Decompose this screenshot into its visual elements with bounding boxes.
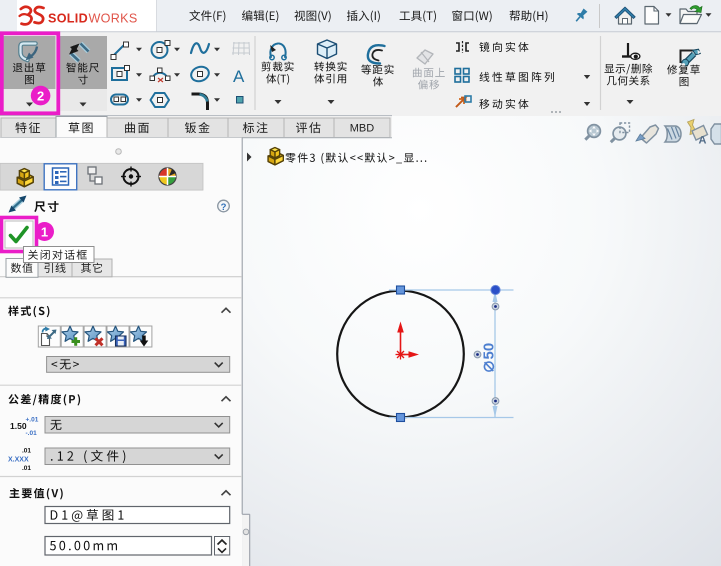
svg-text:.01: .01	[22, 465, 31, 472]
svg-text:2: 2	[37, 89, 44, 104]
svg-text:.01: .01	[22, 448, 31, 455]
svg-text:-.01: -.01	[26, 430, 38, 437]
svg-text:WORKS: WORKS	[89, 11, 138, 25]
svg-text:?: ?	[221, 202, 227, 213]
svg-text:50: 50	[481, 343, 498, 360]
svg-text:X.XXX: X.XXX	[8, 457, 29, 464]
svg-text:SOLID: SOLID	[48, 11, 88, 25]
svg-text:A: A	[233, 67, 245, 86]
svg-text:A: A	[699, 135, 707, 147]
svg-text:+.01: +.01	[26, 417, 39, 424]
svg-text:1.50: 1.50	[10, 421, 27, 431]
svg-text:1: 1	[41, 224, 48, 239]
svg-text:MBD: MBD	[350, 123, 375, 135]
